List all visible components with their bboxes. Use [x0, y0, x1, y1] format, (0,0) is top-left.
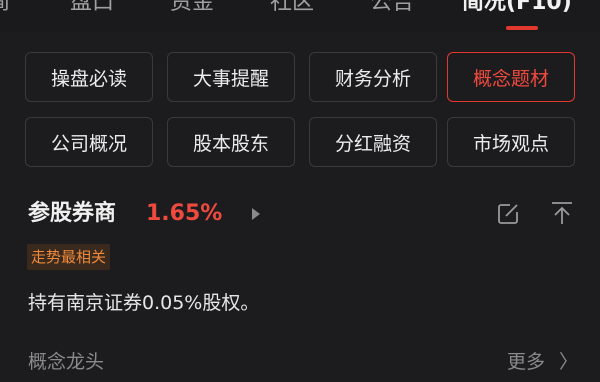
chip-dividends-financing[interactable]: 分红融资	[309, 117, 437, 167]
chip-market-views[interactable]: 市场观点	[447, 117, 575, 167]
concept-leaders-header: 概念龙头 更多〉	[28, 342, 578, 376]
chip-concept-themes[interactable]: 概念题材	[447, 52, 575, 102]
active-tab-indicator	[506, 26, 538, 30]
more-label: 更多	[506, 351, 545, 373]
tab-announcements[interactable]: 公告	[370, 0, 414, 20]
correlation-badge: 走势最相关	[27, 244, 111, 270]
tab-brief-partial[interactable]: 简	[0, 0, 10, 20]
chip-company-profile[interactable]: 公司概况	[25, 117, 153, 167]
concept-leaders-title: 概念龙头	[28, 351, 105, 373]
more-link[interactable]: 更多〉	[507, 342, 578, 382]
concept-header-row[interactable]: 参股券商 1.65%	[28, 194, 573, 234]
chip-financial-analysis[interactable]: 财务分析	[309, 52, 437, 102]
chevron-right-icon: 〉	[558, 351, 578, 373]
concept-change-percent: 1.65%	[146, 201, 223, 226]
top-tab-bar: 简 盘口 资金 社区 公告 简况(F10)	[0, 0, 600, 32]
expand-arrow-icon[interactable]	[252, 208, 260, 220]
tab-f10-overview[interactable]: 简况(F10)	[462, 0, 572, 20]
tab-funds[interactable]: 资金	[170, 0, 214, 20]
tab-community[interactable]: 社区	[270, 0, 314, 20]
chip-trading-must-read[interactable]: 操盘必读	[25, 52, 153, 102]
edit-icon[interactable]	[496, 202, 520, 226]
tab-order-book[interactable]: 盘口	[70, 0, 114, 20]
concept-name: 参股券商	[28, 201, 117, 226]
concept-description: 持有南京证券0.05%股权。	[28, 292, 260, 314]
pin-to-top-icon[interactable]	[550, 200, 574, 226]
chip-major-events[interactable]: 大事提醒	[167, 52, 295, 102]
chip-shareholders[interactable]: 股本股东	[167, 117, 295, 167]
